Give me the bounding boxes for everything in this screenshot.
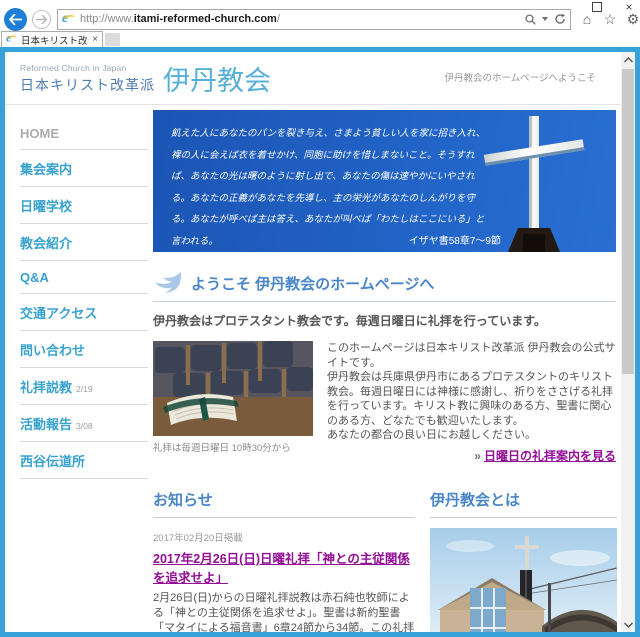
home-icon[interactable]: ⌂ [579, 11, 595, 27]
scroll-down-icon[interactable] [621, 617, 635, 632]
sidebar-item-church-intro[interactable]: 教会紹介 [20, 224, 148, 261]
favorites-star-icon[interactable]: ☆ [602, 11, 618, 27]
tab-title: 日本キリスト改革派 伊丹教会... [21, 33, 88, 47]
forward-button[interactable] [32, 10, 51, 29]
brand-subtitle-en: Reformed Church in Japan [20, 63, 155, 73]
header-welcome-note: 伊丹教会のホームページへようこそ [444, 63, 596, 84]
sidebar-item-contact[interactable]: 問い合わせ [20, 331, 148, 368]
site-description: このホームページは日本キリスト改革派 伊丹教会の公式サイトです。 伊丹教会は兵庫… [327, 341, 616, 463]
bible-verse-reference: イザヤ書58章7～9節 [171, 232, 501, 247]
back-button[interactable] [4, 8, 27, 31]
sunday-worship-link[interactable]: 日曜日の礼拝案内を見る [484, 449, 616, 463]
navigation-bar: e http://www.itami-reformed-church.com/ … [0, 7, 640, 31]
refresh-icon[interactable] [554, 13, 566, 25]
dove-icon [153, 271, 183, 295]
back-arrow-icon [9, 14, 22, 25]
brand-subtitle-jp: 日本キリスト改革派 [20, 75, 155, 95]
cross-photo [466, 110, 616, 252]
url-text[interactable]: http://www.itami-reformed-church.com/ [80, 13, 525, 25]
sidebar-item-sunday-school[interactable]: 日曜学校 [20, 187, 148, 224]
scrollbar-thumb[interactable] [622, 69, 634, 374]
browser-tab[interactable]: e 日本キリスト改革派 伊丹教会... × [1, 31, 103, 47]
link-arrows: » [474, 449, 481, 463]
tab-close-icon[interactable]: × [91, 34, 99, 45]
welcome-heading: ようこそ 伊丹教会のホームページへ [191, 273, 434, 294]
sidebar-item-nishitani[interactable]: 西谷伝道所 [20, 442, 148, 479]
site-header: Reformed Church in Japan 日本キリスト改革派 伊丹教会 … [5, 52, 621, 105]
news-date: 2017年02月20日掲載 [153, 530, 415, 544]
sidebar-item-qa[interactable]: Q&A [20, 261, 148, 294]
bible-photo-figure: 礼拝は毎週日曜日 10時30分から [153, 341, 313, 463]
scroll-up-icon[interactable] [621, 52, 635, 67]
search-icon[interactable] [525, 14, 536, 25]
page-scrollbar[interactable] [621, 52, 635, 632]
welcome-lead: 伊丹教会はプロテスタント教会です。毎週日曜日に礼拝を行っています。 [153, 312, 616, 329]
news-heading: お知らせ [153, 489, 415, 518]
main-content: 飢えた人にあなたのパンを裂き与え、さまよう貧しい人を家に招き入れ、裸の人に会えば… [148, 105, 621, 632]
sidebar-item-access[interactable]: 交通アクセス [20, 294, 148, 331]
sidebar-item-meetings[interactable]: 集会案内 [20, 150, 148, 187]
site-title: 伊丹教会 [163, 69, 271, 95]
settings-gear-icon[interactable]: ⚙ [625, 11, 640, 27]
welcome-section-header: ようこそ 伊丹教会のホームページへ [153, 271, 616, 302]
photo-caption: 礼拝は毎週日曜日 10時30分から [153, 440, 313, 454]
tab-favicon: e [6, 34, 17, 45]
new-tab-button[interactable] [105, 33, 120, 46]
web-page: Reformed Church in Japan 日本キリスト改革派 伊丹教会 … [5, 52, 621, 632]
news-link-1[interactable]: 2017年2月26日(日)日曜礼拝「神との主従関係を追求せよ」 [153, 548, 415, 586]
browser-window: × e http://www.itami-reformed-church.com… [0, 0, 640, 637]
about-section: 伊丹教会とは [430, 489, 617, 632]
ie-icon: e [62, 13, 75, 26]
bible-photo [153, 341, 313, 436]
site-logo[interactable]: Reformed Church in Japan 日本キリスト改革派 伊丹教会 [20, 63, 271, 95]
sidebar-item-sermons[interactable]: 礼拝説教2/19 [20, 368, 148, 405]
search-dropdown-icon[interactable] [542, 17, 548, 21]
address-bar[interactable]: e http://www.itami-reformed-church.com/ [57, 9, 571, 30]
sidebar-nav: HOME 集会案内 日曜学校 教会紹介 Q&A 交通アクセス 問い合わせ 礼拝説… [20, 105, 148, 632]
news-section: お知らせ 2017年02月20日掲載 2017年2月26日(日)日曜礼拝「神との… [153, 489, 415, 632]
news-body: 2月26日(日)からの日曜礼拝説教は赤石純也牧師による「神との主従関係を追求せよ… [153, 591, 415, 632]
church-building-photo [430, 528, 617, 632]
window-frame [0, 47, 640, 52]
sidebar-item-reports[interactable]: 活動報告3/08 [20, 405, 148, 442]
forward-arrow-icon [36, 15, 47, 24]
hero-banner: 飢えた人にあなたのパンを裂き与え、さまよう貧しい人を家に招き入れ、裸の人に会えば… [153, 110, 616, 252]
tab-bar: e 日本キリスト改革派 伊丹教会... × [0, 31, 640, 47]
about-heading: 伊丹教会とは [430, 489, 617, 518]
sidebar-item-home[interactable]: HOME [20, 117, 148, 150]
